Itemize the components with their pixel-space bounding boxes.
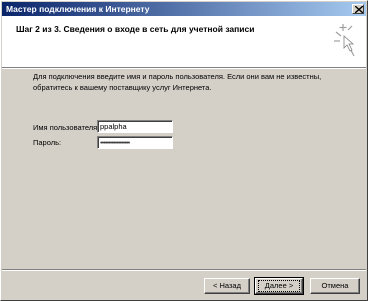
- password-label: Пароль:: [33, 138, 62, 147]
- close-icon: [355, 6, 363, 13]
- title-bar[interactable]: Мастер подключения к Интернету: [2, 2, 366, 16]
- cancel-button[interactable]: Отмена: [310, 278, 360, 294]
- footer-divider-highlight: [2, 270, 366, 271]
- username-input[interactable]: ppalpha: [97, 120, 173, 133]
- wizard-header: Шаг 2 из 3. Сведения о входе в сеть для …: [2, 16, 366, 67]
- next-button[interactable]: Далее >: [254, 277, 304, 295]
- instructions-text: Для подключения введите имя и пароль пол…: [33, 72, 322, 92]
- back-button[interactable]: < Назад: [204, 278, 250, 294]
- wizard-window: Мастер подключения к Интернету Шаг 2 из …: [0, 0, 368, 301]
- back-button-label: < Назад: [213, 281, 241, 290]
- header-divider-highlight: [2, 68, 366, 69]
- window-title: Мастер подключения к Интернету: [6, 4, 150, 14]
- next-button-label: Далее >: [257, 280, 301, 292]
- step-title: Шаг 2 из 3. Сведения о входе в сеть для …: [16, 24, 255, 34]
- wizard-wand-icon: [334, 24, 355, 57]
- cancel-button-label: Отмена: [321, 281, 349, 290]
- close-button[interactable]: [352, 4, 364, 14]
- password-input[interactable]: ••••••••••••••••••: [97, 136, 173, 149]
- username-label: Имя пользователя:: [33, 123, 100, 132]
